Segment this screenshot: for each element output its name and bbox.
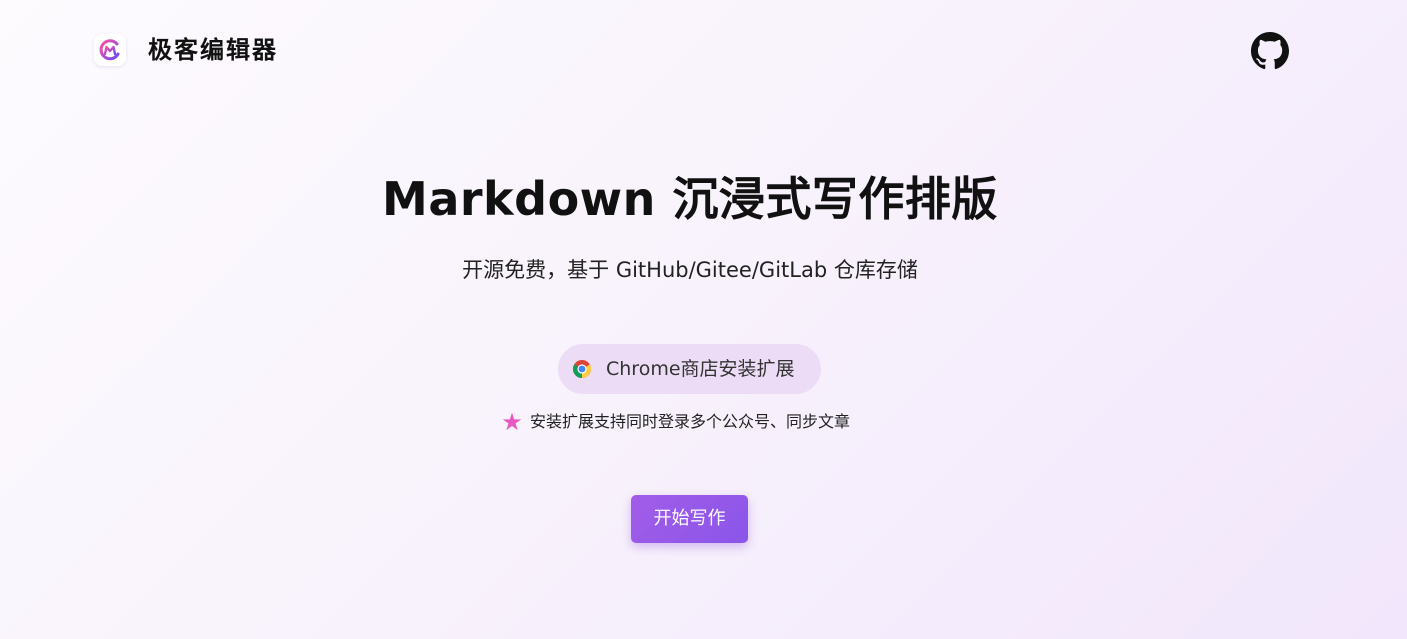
chrome-store-install-button[interactable]: Chrome商店安装扩展 xyxy=(558,344,821,394)
github-icon xyxy=(1251,32,1289,70)
header: 极客编辑器 xyxy=(0,0,1407,100)
star-icon: ★ xyxy=(501,408,523,436)
chrome-icon xyxy=(572,360,592,378)
chrome-store-install-label: Chrome商店安装扩展 xyxy=(606,358,795,380)
start-writing-button[interactable]: 开始写作 xyxy=(631,495,748,543)
extension-note: ★ 安装扩展支持同时登录多个公众号、同步文章 xyxy=(500,408,850,436)
hero-subtitle: 开源免费，基于 GitHub/Gitee/GitLab 仓库存储 xyxy=(462,258,918,282)
brand-name: 极客编辑器 xyxy=(148,36,278,64)
github-link[interactable] xyxy=(1251,32,1289,70)
extension-note-text: 安装扩展支持同时登录多个公众号、同步文章 xyxy=(530,412,851,431)
geek-editor-logo-icon xyxy=(94,34,126,66)
hero-title: Markdown 沉浸式写作排版 xyxy=(382,172,998,226)
logo-link[interactable]: 极客编辑器 xyxy=(94,34,278,66)
